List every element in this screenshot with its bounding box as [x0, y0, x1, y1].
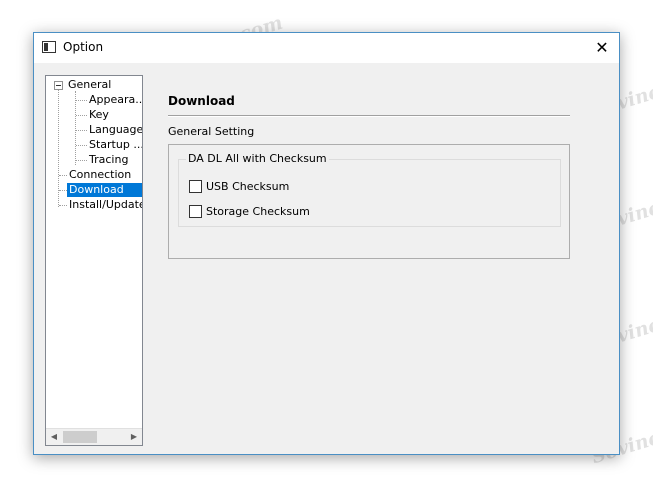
tree-item-key[interactable]: Key [87, 108, 111, 122]
groupbox-label: DA DL All with Checksum [186, 152, 329, 166]
close-icon: ✕ [595, 38, 609, 57]
tree-connector [76, 115, 87, 116]
tree-item-general[interactable]: General [66, 78, 113, 92]
scroll-thumb[interactable] [63, 431, 97, 443]
chevron-left-icon: ◀ [50, 432, 58, 441]
title-bar[interactable]: Option ✕ [34, 33, 619, 63]
window-icon [42, 41, 56, 53]
tree-connector [76, 145, 87, 146]
storage-checksum-checkbox[interactable] [189, 205, 202, 218]
tree-connector [75, 91, 76, 165]
title-divider [168, 115, 570, 117]
option-dialog: Option ✕ General Appeara... Key Language… [33, 32, 620, 455]
usb-checksum-label[interactable]: USB Checksum [206, 180, 289, 194]
tree-connector [59, 190, 67, 191]
tree-connector [76, 130, 87, 131]
tree-connector [76, 100, 87, 101]
scroll-left-button[interactable]: ◀ [46, 429, 62, 445]
tree-item-language[interactable]: Language [87, 123, 142, 137]
collapse-toggle-icon[interactable] [54, 81, 63, 90]
tree-connector [59, 205, 67, 206]
tree-item-tracing[interactable]: Tracing [87, 153, 130, 167]
tree-item-startup[interactable]: Startup ... [87, 138, 142, 152]
horizontal-scrollbar[interactable]: ◀ ▶ [46, 428, 142, 445]
tree-item-appearance[interactable]: Appeara... [87, 93, 142, 107]
section-label: General Setting [168, 125, 255, 138]
checksum-groupbox: DA DL All with Checksum USB Checksum Sto… [178, 152, 561, 227]
tree-connector [76, 160, 87, 161]
storage-checksum-label[interactable]: Storage Checksum [206, 205, 310, 219]
options-tree[interactable]: General Appeara... Key Language Startup … [45, 75, 143, 446]
window-title: Option [63, 40, 104, 54]
tree-item-connection[interactable]: Connection [67, 168, 133, 182]
tree-item-install-update[interactable]: Install/Update [67, 198, 142, 212]
usb-checksum-checkbox[interactable] [189, 180, 202, 193]
tree-item-download[interactable]: Download [67, 183, 142, 197]
close-button[interactable]: ✕ [585, 33, 619, 63]
page-title: Download [168, 94, 235, 108]
tree-connector [59, 175, 67, 176]
chevron-right-icon: ▶ [130, 432, 138, 441]
scroll-right-button[interactable]: ▶ [126, 429, 142, 445]
